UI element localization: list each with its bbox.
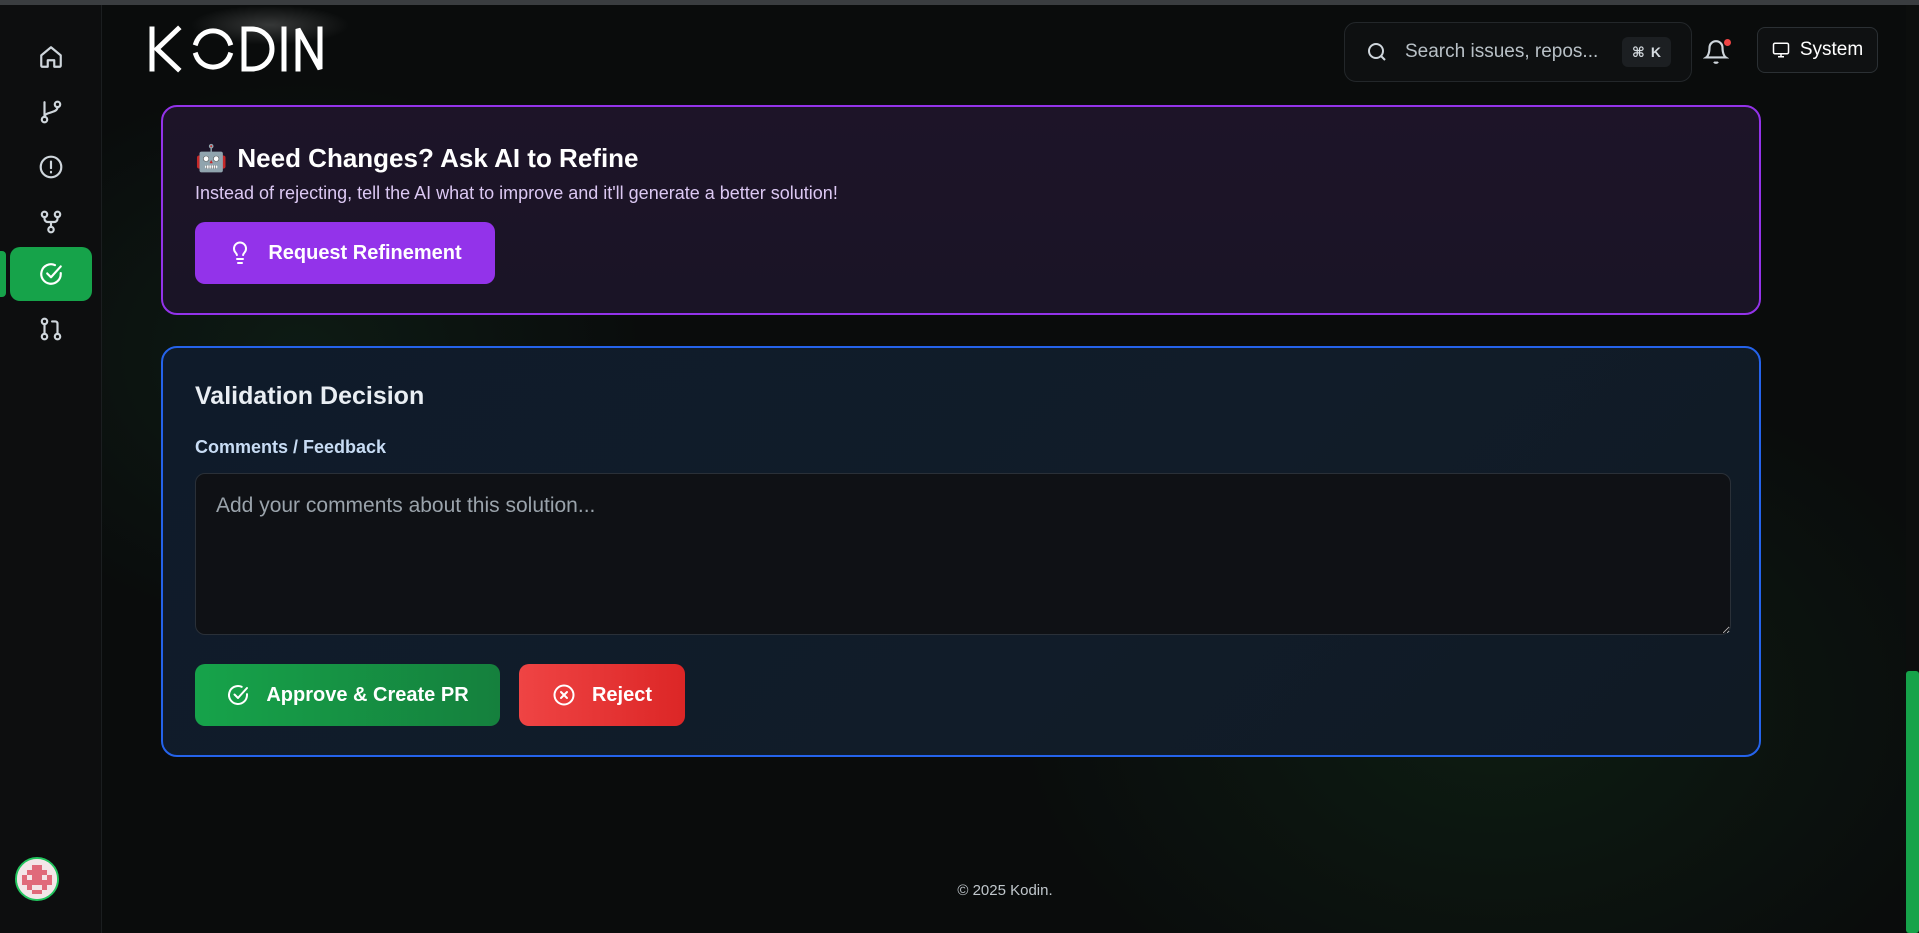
sidebar-item-workflows[interactable] — [10, 195, 92, 249]
sidebar-item-issues[interactable] — [10, 140, 92, 194]
x-circle-icon — [553, 684, 575, 706]
home-icon — [40, 46, 62, 68]
kodin-logo[interactable] — [148, 25, 324, 73]
refine-description: Instead of rejecting, tell the AI what t… — [195, 183, 838, 203]
git-fork-icon — [40, 210, 62, 234]
sidebar-active-indicator — [0, 251, 6, 297]
sidebar-item-pull-requests[interactable] — [10, 302, 92, 356]
monitor-icon — [1772, 42, 1790, 58]
check-circle-icon — [40, 263, 62, 285]
notification-dot — [1724, 39, 1731, 46]
request-refinement-button[interactable]: Request Refinement — [195, 222, 495, 284]
shortcut-key: K — [1650, 44, 1661, 60]
search-icon — [1368, 43, 1386, 61]
notifications-button[interactable] — [1702, 39, 1733, 69]
sidebar-item-validation[interactable] — [10, 247, 92, 301]
theme-label: System — [1799, 39, 1864, 60]
logo-wordmark — [149, 25, 323, 73]
theme-toggle-button[interactable]: System — [1757, 27, 1878, 73]
refine-card: 🤖 Need Changes? Ask AI to Refine Instead… — [161, 105, 1761, 315]
reject-label: Reject — [591, 683, 653, 706]
git-pull-request-icon — [40, 317, 62, 341]
approve-create-pr-button[interactable]: Approve & Create PR — [195, 664, 500, 726]
alert-circle-icon — [39, 155, 63, 179]
lightbulb-icon — [233, 241, 248, 264]
search-bar[interactable]: Search issues, repos... ⌘ K — [1344, 22, 1692, 82]
validation-card: Validation Decision Comments / Feedback … — [161, 346, 1761, 757]
app-root: Search issues, repos... ⌘ K System 🤖 Nee… — [0, 5, 1919, 933]
footer-copyright: © 2025 Kodin. — [957, 882, 1053, 899]
refine-title: Need Changes? Ask AI to Refine — [237, 143, 639, 173]
git-branch-icon — [40, 100, 62, 124]
robot-icon: 🤖 — [195, 143, 228, 173]
sidebar-item-home[interactable] — [10, 30, 92, 84]
comments-textarea[interactable] — [195, 473, 1731, 635]
reject-button[interactable]: Reject — [519, 664, 685, 726]
comments-label: Comments / Feedback — [195, 437, 387, 457]
validation-title: Validation Decision — [195, 382, 425, 410]
search-placeholder: Search issues, repos... — [1405, 41, 1599, 62]
shortcut-badge: ⌘ K — [1621, 37, 1671, 67]
sidebar — [0, 5, 102, 933]
check-circle-icon — [228, 685, 249, 705]
command-key-icon: ⌘ — [1631, 43, 1645, 60]
refine-heading: 🤖 Need Changes? Ask AI to Refine — [195, 143, 639, 174]
request-refinement-label: Request Refinement — [268, 241, 462, 264]
sidebar-item-branches[interactable] — [10, 85, 92, 139]
approve-label: Approve & Create PR — [266, 683, 469, 706]
